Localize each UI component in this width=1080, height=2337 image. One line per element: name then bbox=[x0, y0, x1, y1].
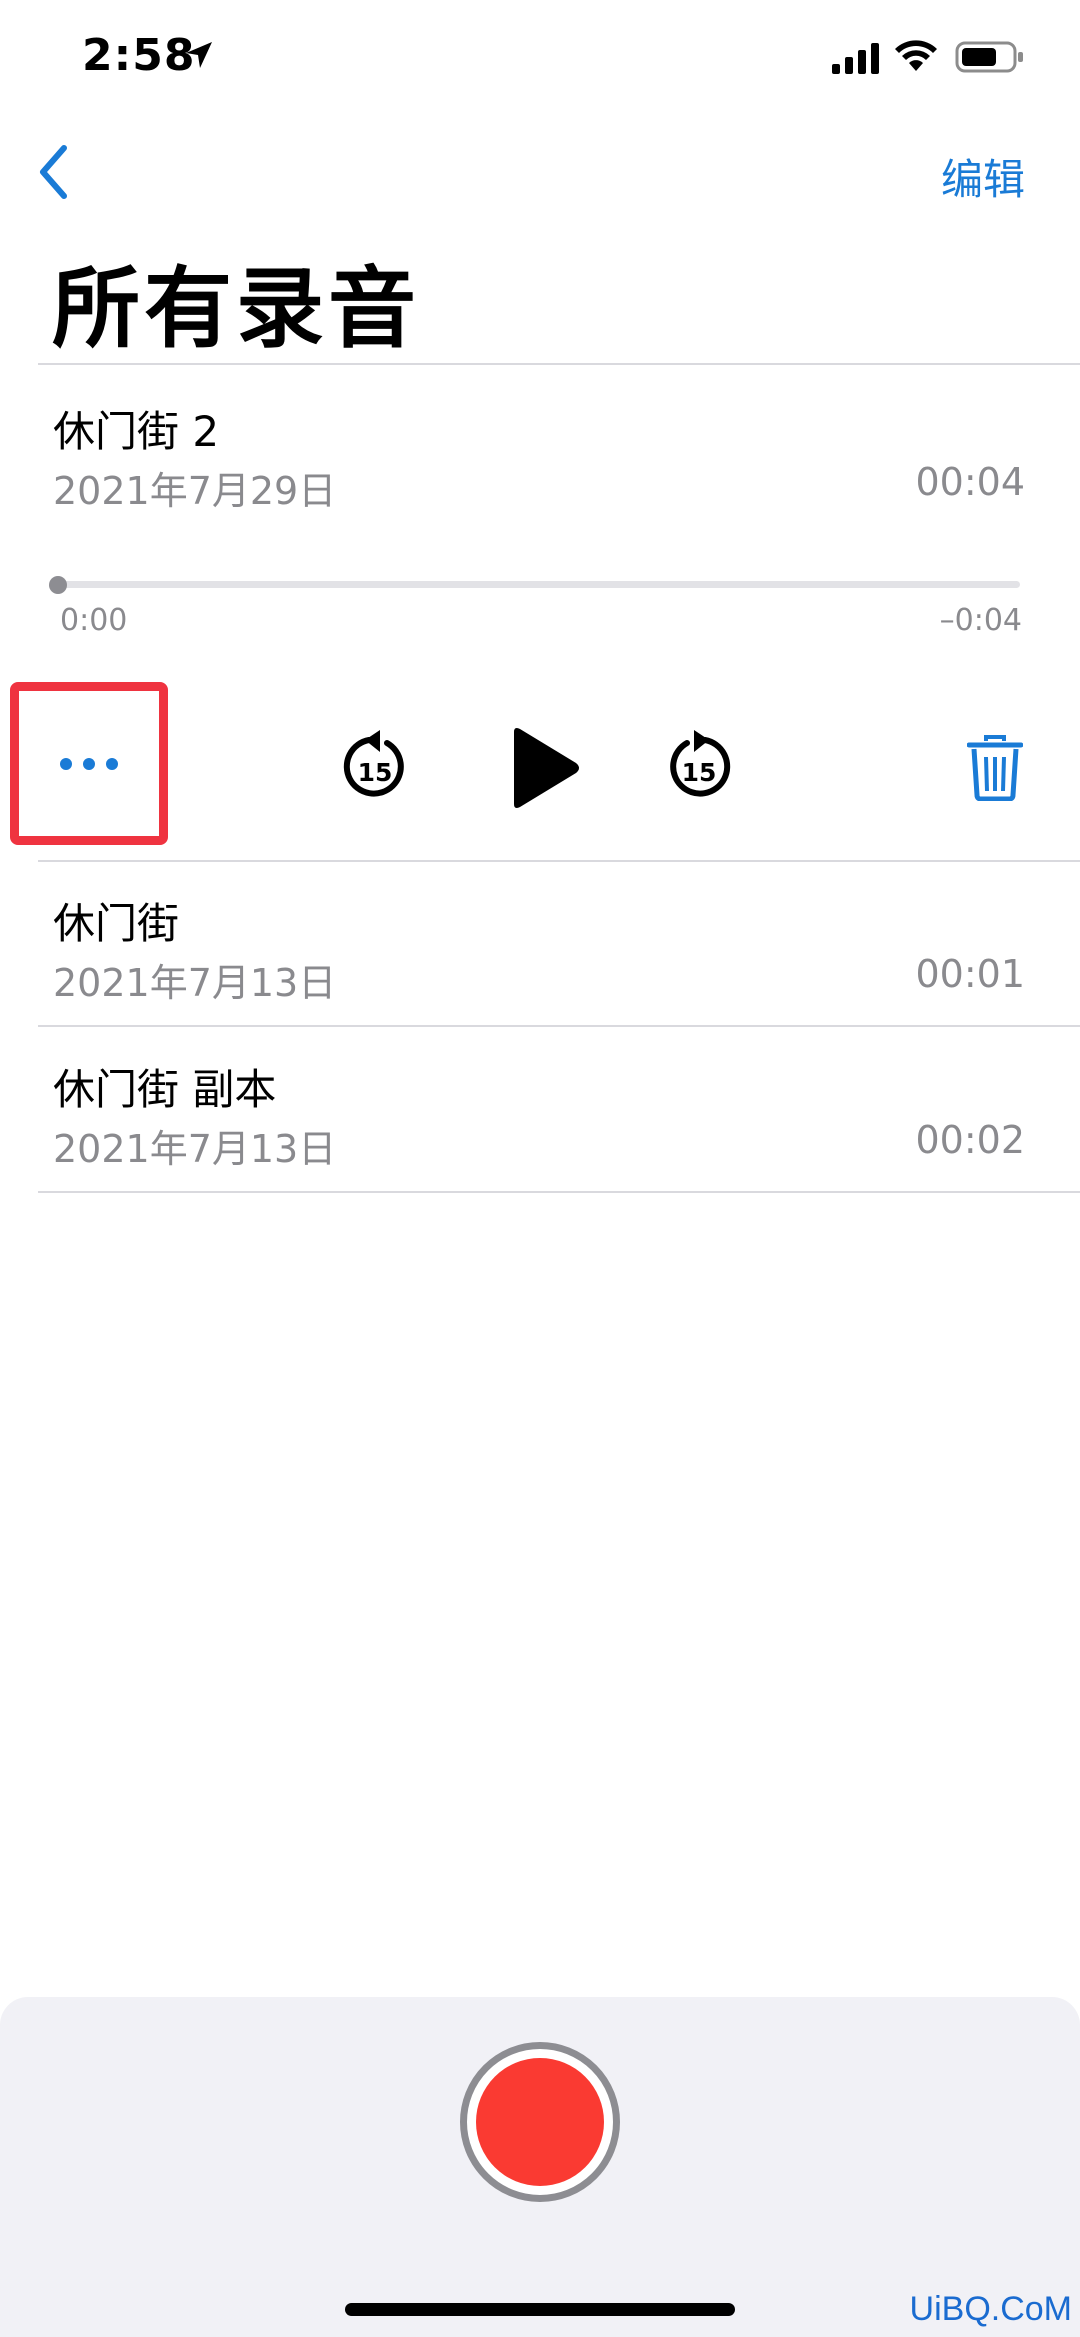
play-button[interactable] bbox=[506, 726, 582, 810]
divider bbox=[38, 1025, 1080, 1027]
status-time: 2:58 bbox=[82, 30, 196, 81]
recording-duration: 00:04 bbox=[915, 460, 1025, 504]
battery-icon bbox=[955, 41, 1023, 73]
playback-scrubber[interactable] bbox=[58, 581, 1020, 588]
cellular-signal-icon bbox=[832, 43, 879, 74]
more-options-button[interactable] bbox=[10, 682, 168, 845]
recording-date: 2021年7月29日 bbox=[53, 469, 337, 513]
play-icon bbox=[514, 728, 579, 808]
recording-date: 2021年7月13日 bbox=[53, 961, 337, 1005]
record-button[interactable] bbox=[460, 2042, 620, 2202]
divider bbox=[38, 363, 1080, 365]
delete-button[interactable] bbox=[965, 734, 1025, 802]
divider bbox=[38, 1191, 1080, 1193]
back-button[interactable] bbox=[28, 140, 78, 204]
skip-back-icon: 15 bbox=[343, 730, 404, 797]
scrubber-thumb[interactable] bbox=[49, 576, 67, 594]
trash-icon bbox=[967, 735, 1023, 801]
recording-date: 2021年7月13日 bbox=[53, 1127, 337, 1171]
skip-back-15-button[interactable]: 15 bbox=[340, 726, 410, 806]
recording-duration: 00:02 bbox=[915, 1118, 1025, 1162]
divider bbox=[38, 860, 1080, 862]
elapsed-time: 0:00 bbox=[60, 603, 128, 638]
skip-forward-15-button[interactable]: 15 bbox=[664, 726, 734, 806]
home-indicator[interactable] bbox=[345, 2303, 735, 2316]
wifi-icon bbox=[895, 40, 937, 71]
skip-forward-icon: 15 bbox=[670, 730, 731, 797]
page-title: 所有录音 bbox=[52, 257, 421, 360]
recording-title: 休门街 2 bbox=[53, 407, 220, 456]
edit-button[interactable]: 编辑 bbox=[941, 146, 1025, 207]
record-dot-icon bbox=[476, 2058, 604, 2186]
watermark: UiBQ.CoM bbox=[909, 2290, 1072, 2328]
skip-back-label: 15 bbox=[358, 758, 393, 787]
ellipsis-icon bbox=[60, 757, 118, 770]
chevron-left-icon bbox=[40, 145, 67, 199]
recording-title: 休门街 bbox=[53, 899, 180, 948]
recording-duration: 00:01 bbox=[915, 952, 1025, 996]
skip-forward-label: 15 bbox=[682, 758, 717, 787]
recording-title: 休门街 副本 bbox=[53, 1065, 277, 1114]
location-arrow-icon bbox=[186, 42, 212, 68]
status-bar: 2:58 bbox=[0, 0, 1080, 120]
remaining-time: –0:04 bbox=[939, 603, 1022, 638]
